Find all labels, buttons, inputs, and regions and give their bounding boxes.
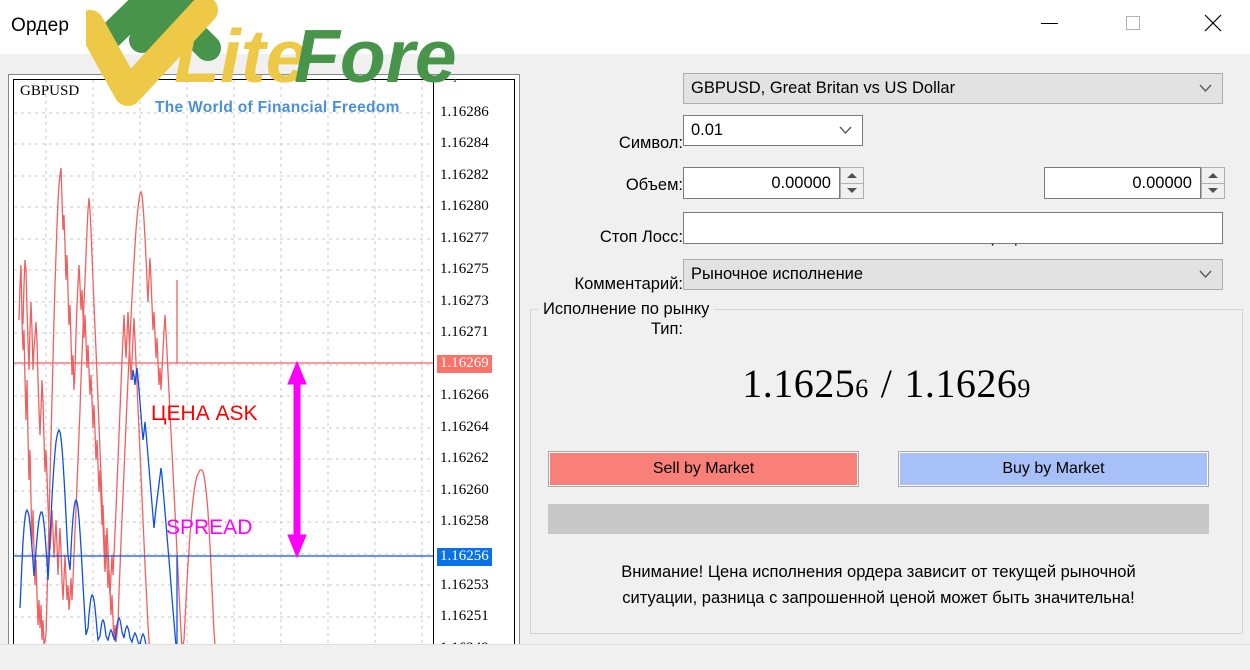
scale-tick: 1.16262: [440, 450, 489, 466]
close-button[interactable]: [1189, 0, 1236, 46]
scale-tick-ask-highlight: 1.16269: [437, 355, 492, 373]
scale-tick: 1.16266: [440, 387, 489, 403]
symbol-label: Символ:: [618, 134, 683, 152]
buy-button-label: Buy by Market: [1002, 460, 1105, 477]
takeprofit-input[interactable]: 0.00000: [1044, 167, 1201, 199]
scale-tick: 1.16258: [440, 513, 489, 529]
scale-tick: 1.16264: [440, 419, 489, 435]
chevron-down-icon: [1199, 266, 1212, 284]
chart-symbol-label: GBPUSD: [20, 83, 80, 99]
ask-price-main: 1.1626: [904, 361, 1018, 406]
scale-tick: 1.16251: [440, 608, 489, 624]
type-select[interactable]: Рыночное исполнение: [683, 259, 1223, 290]
buy-by-market-button[interactable]: Buy by Market: [898, 451, 1209, 487]
market-execution-title: Исполнение по рынку: [538, 300, 715, 319]
stoploss-stepper[interactable]: [840, 167, 864, 199]
logo-tagline: The World of Financial Freedom: [155, 99, 400, 116]
bid-price-last-digit: 6: [855, 374, 869, 403]
price-scale[interactable]: 1.16286 1.16284 1.16282 1.16280 1.16277 …: [433, 80, 514, 646]
execution-warning-text: Внимание! Цена исполнения ордера зависит…: [548, 559, 1209, 611]
tick-chart-panel[interactable]: GBPUSD ЦЕНА ASK SPREAD ЦЕНА BID 1.16286 …: [8, 74, 520, 652]
title-bar: Ордер: [0, 0, 1250, 54]
triangle-down-icon: [847, 188, 857, 194]
maximize-button[interactable]: [1109, 0, 1156, 46]
takeprofit-step-up[interactable]: [1201, 167, 1225, 183]
takeprofit-step-down[interactable]: [1201, 182, 1225, 199]
volume-label: Объем:: [625, 176, 683, 194]
ask-price-last-digit: 9: [1017, 374, 1031, 403]
scale-tick: 1.16271: [440, 324, 489, 340]
comment-input[interactable]: [683, 212, 1223, 244]
order-form: Символ: GBPUSD, Great Britan vs US Dolla…: [520, 54, 1250, 644]
comment-label: Комментарий:: [574, 275, 683, 293]
symbol-value: GBPUSD, Great Britan vs US Dollar: [691, 79, 956, 97]
scale-tick: 1.16275: [440, 261, 489, 277]
scale-tick: 1.16280: [440, 198, 489, 214]
bid-ask-price-display: 1.16256 /1.16269: [520, 360, 1250, 407]
dialog-client-area: GBPUSD ЦЕНА ASK SPREAD ЦЕНА BID 1.16286 …: [0, 54, 1250, 652]
annotation-spread: SPREAD: [166, 516, 253, 539]
dialog-bottom-bar: [0, 644, 1250, 670]
tick-chart-inner: GBPUSD ЦЕНА ASK SPREAD ЦЕНА BID 1.16286 …: [13, 79, 515, 647]
type-value: Рыночное исполнение: [691, 265, 864, 283]
tick-chart-plot: GBPUSD ЦЕНА ASK SPREAD ЦЕНА BID: [14, 80, 433, 646]
close-icon: [1204, 14, 1221, 32]
warning-line-1: Внимание! Цена исполнения ордера зависит…: [621, 563, 1136, 581]
takeprofit-value: 0.00000: [1132, 173, 1192, 192]
stoploss-step-down[interactable]: [840, 182, 864, 199]
scale-tick: 1.16284: [440, 135, 489, 151]
stoploss-input[interactable]: 0.00000: [683, 167, 840, 199]
minimize-icon: [1041, 22, 1058, 24]
triangle-up-icon: [1208, 172, 1218, 178]
scale-tick-bid-highlight: 1.16256: [437, 548, 492, 566]
scale-tick: 1.16273: [440, 293, 489, 309]
triangle-up-icon: [847, 172, 857, 178]
triangle-down-icon: [1208, 188, 1218, 194]
tick-chart-svg: [14, 80, 433, 646]
chevron-down-icon: [839, 122, 852, 140]
price-separator: /: [880, 361, 893, 406]
warning-line-2: ситуации, разница с запрошенной ценой мо…: [622, 589, 1135, 607]
stoploss-label: Стоп Лосс:: [599, 228, 683, 246]
window-title: Ордер: [11, 15, 70, 36]
execution-progress-bar: [548, 504, 1209, 534]
scale-tick: 1.16277: [440, 230, 489, 246]
scale-tick: 1.16253: [440, 577, 489, 593]
symbol-select[interactable]: GBPUSD, Great Britan vs US Dollar: [683, 73, 1223, 104]
sell-by-market-button[interactable]: Sell by Market: [548, 451, 859, 487]
takeprofit-stepper[interactable]: [1201, 167, 1225, 199]
scale-tick: 1.16286: [440, 104, 489, 120]
chevron-down-icon: [1199, 80, 1212, 98]
sell-button-label: Sell by Market: [652, 460, 755, 477]
bid-price-main: 1.1625: [742, 361, 856, 406]
stoploss-step-up[interactable]: [840, 167, 864, 183]
volume-select[interactable]: 0.01: [683, 115, 863, 146]
scale-tick: 1.16260: [440, 482, 489, 498]
scale-tick: 1.16282: [440, 167, 489, 183]
annotation-ask: ЦЕНА ASK: [151, 402, 258, 425]
stoploss-value: 0.00000: [771, 173, 831, 192]
minimize-button[interactable]: [1026, 0, 1073, 46]
volume-value: 0.01: [691, 121, 724, 139]
maximize-icon: [1125, 16, 1140, 30]
